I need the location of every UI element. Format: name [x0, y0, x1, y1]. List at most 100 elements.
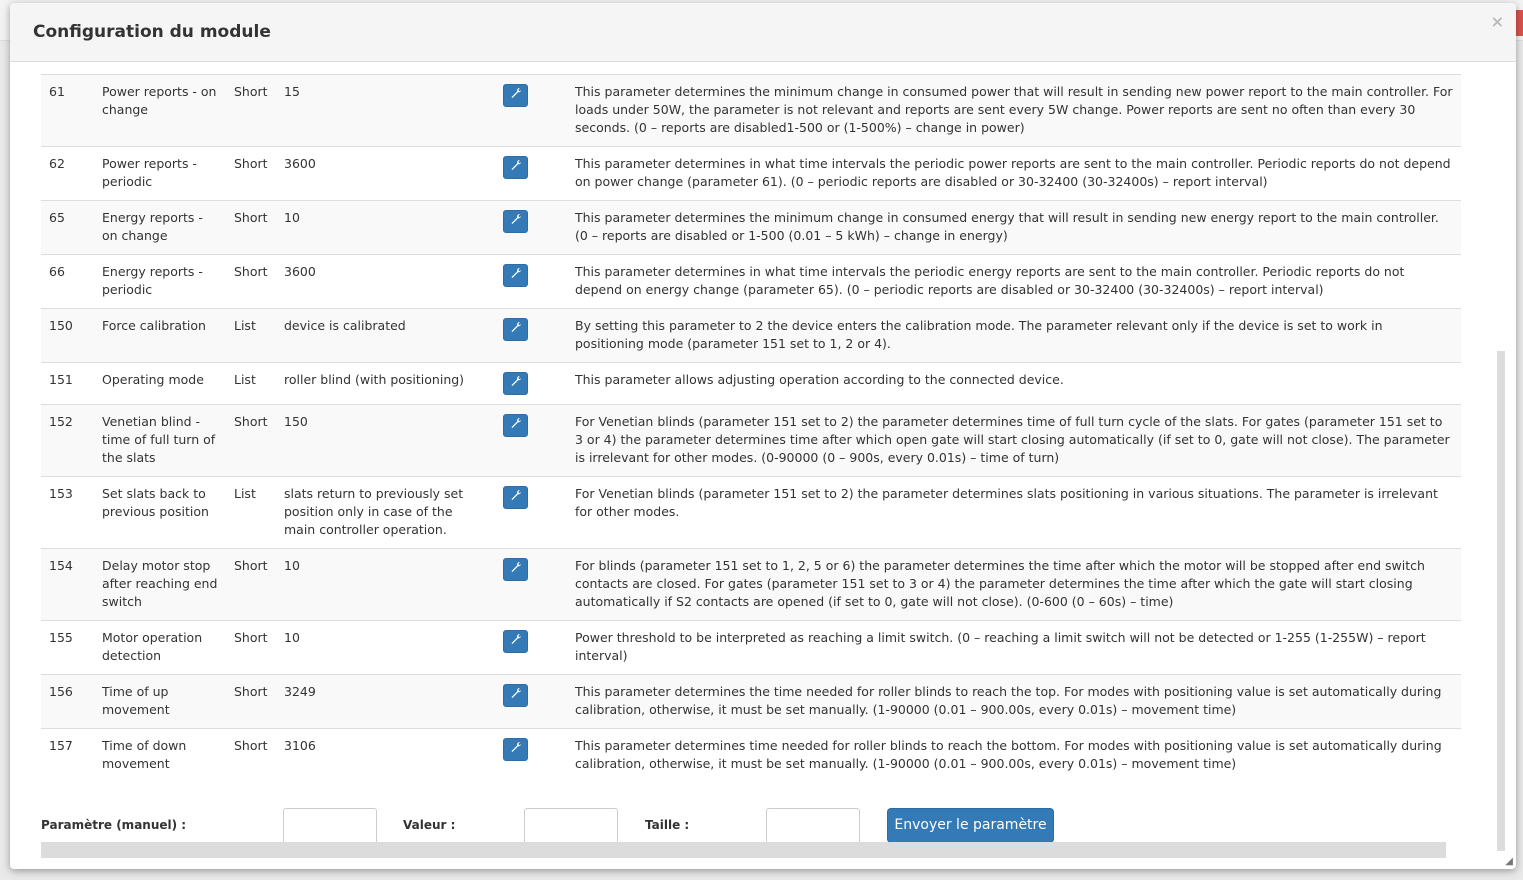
- param-type: Short: [226, 200, 276, 255]
- param-description: By setting this parameter to 2 the devic…: [567, 308, 1461, 363]
- wrench-icon: [510, 490, 522, 505]
- edit-param-button[interactable]: [503, 486, 528, 509]
- param-name: Time of down movement: [94, 728, 226, 782]
- param-name: Venetian blind - time of full turn of th…: [94, 404, 226, 477]
- module-config-modal: Configuration du module × consumed by th…: [10, 3, 1516, 869]
- param-id: 157: [41, 728, 94, 782]
- param-description: For blinds (parameter 151 set to 1, 2, 5…: [567, 548, 1461, 621]
- table-row: 65 Energy reports - on change Short 10 T…: [41, 200, 1461, 255]
- edit-param-button[interactable]: [503, 210, 528, 233]
- param-type: Short: [226, 74, 276, 147]
- param-name: Energy reports - on change: [94, 200, 226, 255]
- param-name: Power reports - periodic: [94, 146, 226, 201]
- param-name: Operating mode: [94, 362, 226, 405]
- param-id: 62: [41, 146, 94, 201]
- param-id: 154: [41, 548, 94, 621]
- param-id: 66: [41, 254, 94, 309]
- wrench-icon: [510, 160, 522, 175]
- table-row: 155 Motor operation detection Short 10 P…: [41, 620, 1461, 675]
- wrench-icon: [510, 214, 522, 229]
- param-name: Delay motor stop after reaching end swit…: [94, 548, 226, 621]
- edit-param-button[interactable]: [503, 372, 528, 395]
- table-row: 61 Power reports - on change Short 15 Th…: [41, 74, 1461, 147]
- param-id: 61: [41, 74, 94, 147]
- modal-header: Configuration du module ×: [10, 3, 1516, 62]
- param-id: 153: [41, 476, 94, 549]
- edit-param-button[interactable]: [503, 738, 528, 761]
- table-row: consumed by the device itself: [41, 62, 1461, 75]
- param-id: 155: [41, 620, 94, 675]
- param-type: Short: [226, 620, 276, 675]
- wrench-icon: [510, 376, 522, 391]
- value-input[interactable]: [524, 808, 618, 844]
- parameters-table: consumed by the device itself 61 Power r…: [41, 62, 1461, 782]
- param-type: Short: [226, 254, 276, 309]
- param-type: Short: [226, 146, 276, 201]
- wrench-icon: [510, 562, 522, 577]
- param-description: For Venetian blinds (parameter 151 set t…: [567, 404, 1461, 477]
- param-description: This parameter determines the time neede…: [567, 674, 1461, 729]
- param-id: 151: [41, 362, 94, 405]
- param-input[interactable]: [283, 808, 377, 844]
- param-value: 15: [276, 74, 495, 147]
- param-description: This parameter determines time needed fo…: [567, 728, 1461, 782]
- param-type: List: [226, 308, 276, 363]
- param-description: This parameter determines in what time i…: [567, 146, 1461, 201]
- param-id: 65: [41, 200, 94, 255]
- wrench-icon: [510, 88, 522, 103]
- param-type: Short: [226, 674, 276, 729]
- param-value: 10: [276, 620, 495, 675]
- param-description: This parameter allows adjusting operatio…: [567, 362, 1461, 405]
- size-label: Taille :: [645, 818, 690, 832]
- wrench-icon: [510, 742, 522, 757]
- param-name: Motor operation detection: [94, 620, 226, 675]
- param-value: 3600: [276, 146, 495, 201]
- table-row: 150 Force calibration List device is cal…: [41, 308, 1461, 363]
- param-type: List: [226, 362, 276, 405]
- edit-param-button[interactable]: [503, 264, 528, 287]
- wrench-icon: [510, 418, 522, 433]
- table-row: 156 Time of up movement Short 3249 This …: [41, 674, 1461, 729]
- param-id: 156: [41, 674, 94, 729]
- wrench-icon: [510, 322, 522, 337]
- param-type: Short: [226, 548, 276, 621]
- param-value: 10: [276, 548, 495, 621]
- param-description: This parameter determines the minimum ch…: [567, 200, 1461, 255]
- vertical-scrollbar[interactable]: [1497, 351, 1505, 851]
- param-value: 10: [276, 200, 495, 255]
- param-id: 152: [41, 404, 94, 477]
- param-description: Power threshold to be interpreted as rea…: [567, 620, 1461, 675]
- param-value: 3249: [276, 674, 495, 729]
- wrench-icon: [510, 634, 522, 649]
- param-label: Paramètre (manuel) :: [41, 818, 187, 832]
- wrench-icon: [510, 268, 522, 283]
- param-name: Set slats back to previous position: [94, 476, 226, 549]
- edit-param-button[interactable]: [503, 558, 528, 581]
- table-row: 153 Set slats back to previous position …: [41, 476, 1461, 549]
- send-param-button[interactable]: Envoyer le paramètre: [887, 808, 1054, 843]
- param-description: For Venetian blinds (parameter 151 set t…: [567, 476, 1461, 549]
- param-type: List: [226, 476, 276, 549]
- edit-param-button[interactable]: [503, 414, 528, 437]
- size-input[interactable]: [766, 808, 860, 844]
- close-icon[interactable]: ×: [1491, 12, 1504, 31]
- modal-body: consumed by the device itself 61 Power r…: [10, 62, 1516, 869]
- table-row: 154 Delay motor stop after reaching end …: [41, 548, 1461, 621]
- resize-handle-icon[interactable]: ◢: [1505, 856, 1513, 867]
- modal-title: Configuration du module: [33, 22, 271, 42]
- edit-param-button[interactable]: [503, 156, 528, 179]
- param-value: device is calibrated: [276, 308, 495, 363]
- edit-param-button[interactable]: [503, 684, 528, 707]
- param-name: Force calibration: [94, 308, 226, 363]
- param-description: This parameter determines in what time i…: [567, 254, 1461, 309]
- table-row: 152 Venetian blind - time of full turn o…: [41, 404, 1461, 477]
- edit-param-button[interactable]: [503, 630, 528, 653]
- edit-param-button[interactable]: [503, 84, 528, 107]
- horizontal-scrollbar[interactable]: [41, 842, 1446, 858]
- param-name: consumed by the device itself: [94, 62, 226, 75]
- param-name: Energy reports - periodic: [94, 254, 226, 309]
- edit-param-button[interactable]: [503, 318, 528, 341]
- wrench-icon: [510, 688, 522, 703]
- table-row: 66 Energy reports - periodic Short 3600 …: [41, 254, 1461, 309]
- value-label: Valeur :: [403, 818, 456, 832]
